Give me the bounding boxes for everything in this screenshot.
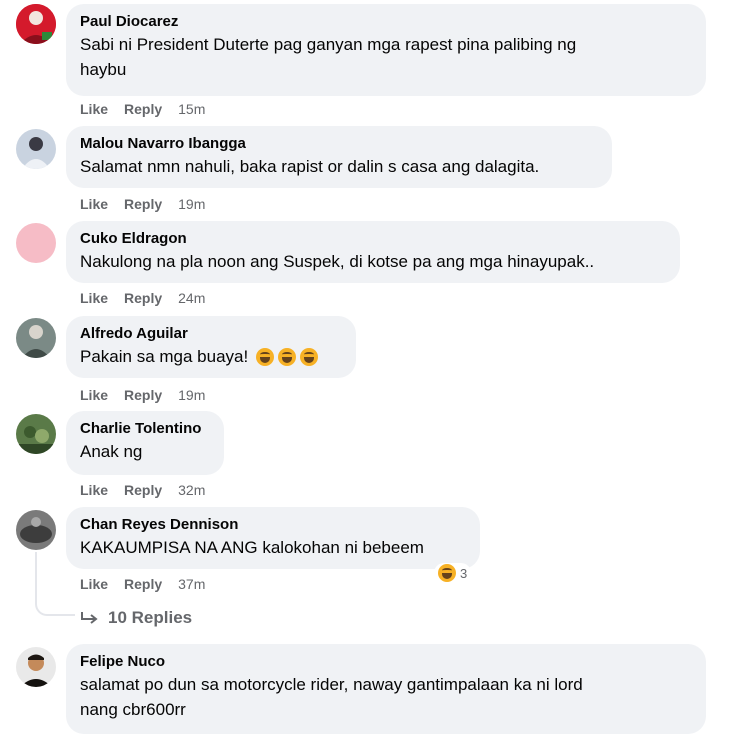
reply-arrow-icon	[81, 612, 98, 624]
comment-text-row: Pakain sa mga buaya!	[80, 344, 342, 369]
comment-author[interactable]: Chan Reyes Dennison	[80, 515, 466, 535]
avatar[interactable]	[16, 4, 56, 44]
comment-actions: Like Reply 32m	[80, 480, 205, 500]
view-replies-link[interactable]: 10 Replies	[80, 608, 192, 628]
reaction-count-value: 3	[460, 565, 468, 581]
avatar-image	[16, 414, 56, 454]
avatar-image	[16, 4, 56, 44]
comment-actions: Like Reply 19m	[80, 194, 205, 214]
comment-text: Pakain sa mga buaya!	[80, 347, 249, 366]
like-button[interactable]: Like	[80, 576, 108, 592]
comment-bubble: Chan Reyes Dennison KAKAUMPISA NA ANG ka…	[66, 507, 480, 569]
avatar[interactable]	[16, 414, 56, 454]
comment-time[interactable]: 37m	[178, 576, 205, 592]
like-button[interactable]: Like	[80, 290, 108, 306]
comment-author[interactable]: Charlie Tolentino	[80, 419, 210, 439]
reply-button[interactable]: Reply	[124, 290, 162, 306]
comment-actions: Like Reply 24m	[80, 288, 205, 308]
comment-bubble: Paul Diocarez Sabi ni President Duterte …	[66, 4, 706, 96]
reaction-count[interactable]: 3	[434, 563, 472, 583]
comment-bubble: Felipe Nuco salamat po dun sa motorcycle…	[66, 644, 706, 734]
comment-text: Anak ng	[80, 442, 143, 461]
like-button[interactable]: Like	[80, 196, 108, 212]
comment-bubble: Cuko Eldragon Nakulong na pla noon ang S…	[66, 221, 680, 283]
comment-author[interactable]: Cuko Eldragon	[80, 229, 666, 249]
avatar-image	[16, 129, 56, 169]
like-button[interactable]: Like	[80, 482, 108, 498]
avatar-image	[16, 318, 56, 358]
laughing-emoji-icon	[278, 347, 297, 366]
comment-time[interactable]: 19m	[178, 196, 205, 212]
comment-time[interactable]: 32m	[178, 482, 205, 498]
avatar[interactable]	[16, 318, 56, 358]
avatar[interactable]	[16, 510, 56, 550]
comment-text: Nakulong na pla noon ang Suspek, di kots…	[80, 252, 595, 271]
comment-text: Sabi ni President Duterte pag ganyan mga…	[80, 35, 577, 79]
comment-bubble: Alfredo Aguilar Pakain sa mga buaya!	[66, 316, 356, 378]
comment-time[interactable]: 15m	[178, 101, 205, 117]
comment-bubble: Malou Navarro Ibangga Salamat nmn nahuli…	[66, 126, 612, 188]
laughing-emoji-icon	[300, 347, 319, 366]
comment-text: KAKAUMPISA NA ANG kalokohan ni bebeem	[80, 538, 424, 557]
comment-actions: Like Reply 19m	[80, 385, 205, 405]
reply-button[interactable]: Reply	[124, 482, 162, 498]
comment-bubble: Charlie Tolentino Anak ng	[66, 411, 224, 475]
comment-author[interactable]: Felipe Nuco	[80, 652, 692, 672]
comment-actions: Like Reply 37m	[80, 574, 205, 594]
reply-button[interactable]: Reply	[124, 196, 162, 212]
comment-time[interactable]: 24m	[178, 290, 205, 306]
avatar[interactable]	[16, 129, 56, 169]
reply-button[interactable]: Reply	[124, 101, 162, 117]
comment-time[interactable]: 19m	[178, 387, 205, 403]
avatar[interactable]	[16, 647, 56, 687]
comment-actions: Like Reply 15m	[80, 99, 205, 119]
reply-button[interactable]: Reply	[124, 576, 162, 592]
avatar-image	[16, 647, 56, 687]
laughing-emoji-icon	[256, 347, 275, 366]
like-button[interactable]: Like	[80, 387, 108, 403]
avatar-image	[16, 510, 56, 550]
avatar[interactable]	[16, 223, 56, 263]
comment-text: salamat po dun sa motorcycle rider, nawa…	[80, 675, 583, 719]
comment-author[interactable]: Paul Diocarez	[80, 12, 692, 32]
replies-label: 10 Replies	[108, 608, 193, 627]
haha-reaction-icon	[438, 564, 456, 582]
like-button[interactable]: Like	[80, 101, 108, 117]
reply-button[interactable]: Reply	[124, 387, 162, 403]
comment-author[interactable]: Malou Navarro Ibangga	[80, 134, 598, 154]
comment-author[interactable]: Alfredo Aguilar	[80, 324, 342, 344]
comment-text: Salamat nmn nahuli, baka rapist or dalin…	[80, 157, 540, 176]
